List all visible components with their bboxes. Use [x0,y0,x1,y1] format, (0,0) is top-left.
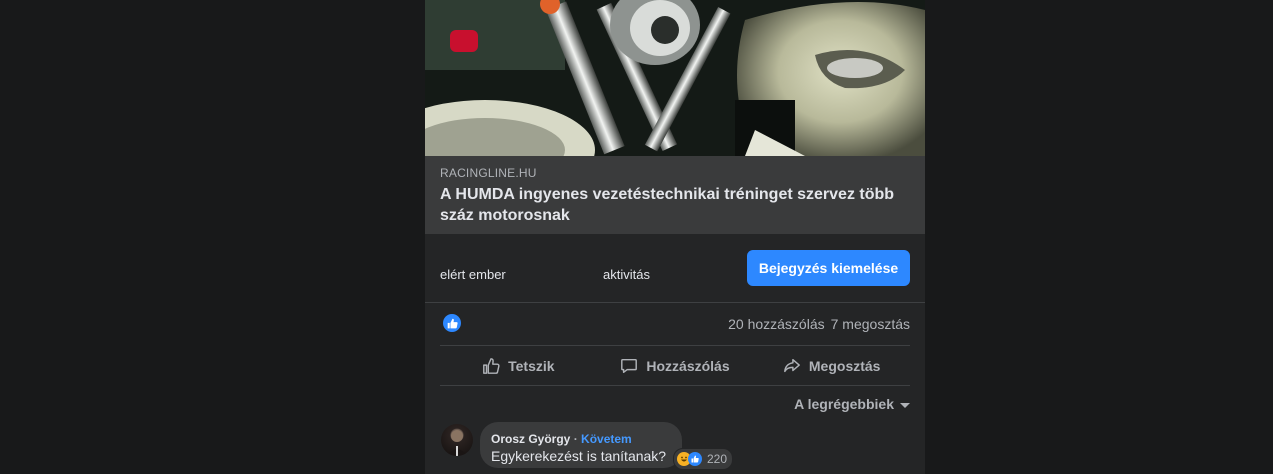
comments-count[interactable]: 20 hozzászólás [728,316,825,332]
share-button[interactable]: Megosztás [753,346,910,385]
comment-icon [621,358,638,373]
comment-author-name[interactable]: Orosz György [491,432,570,446]
share-label: Megosztás [808,357,881,374]
comment-text: Egykerekezést is tanítanak? [491,448,667,464]
comment-label: Hozzászólás [646,357,730,374]
reactions-summary: 20 hozzászólás 7 megosztás [440,303,910,346]
comment-sort-dropdown[interactable]: A legrégebbiek [794,396,910,412]
like-button[interactable]: Tetszik [440,346,597,385]
like-icon[interactable] [443,314,461,332]
post-card: RACINGLINE.HU A HUMDA ingyenes vezetéste… [425,0,925,474]
comment-header: Orosz György · Követem [491,432,632,446]
boost-post-button[interactable]: Bejegyzés kiemelése [747,250,910,286]
sort-label: A legrégebbiek [794,396,894,412]
comment-separator: · [573,432,578,446]
comment-button[interactable]: Hozzászólás [597,346,754,385]
post-actions: Tetszik Hozzászólás Megosztás [440,346,910,386]
reaction-count: 220 [707,452,728,466]
follow-link[interactable]: Követem [581,432,632,446]
motorcycle-photo [425,0,925,156]
link-domain: RACINGLINE.HU [440,166,537,180]
comment-bubble: Orosz György · Követem Egykerekezést is … [480,422,682,468]
caret-down-icon [900,402,910,408]
engagement-counts: 20 hozzászólás 7 megosztás [728,316,910,332]
like-icon [688,452,702,466]
like-label: Tetszik [508,357,555,374]
link-preview-image[interactable] [425,0,925,156]
avatar[interactable] [441,424,473,456]
link-preview[interactable]: RACINGLINE.HU A HUMDA ingyenes vezetéste… [425,156,925,234]
share-icon [783,358,800,372]
comment-reactions[interactable]: 220 [673,448,734,470]
link-title[interactable]: A HUMDA ingyenes vezetéstechnikai trénin… [440,184,910,226]
reached-label: elért ember [440,267,506,282]
thumbs-up-icon [483,357,500,374]
comment: Orosz György · Követem Egykerekezést is … [440,422,910,474]
activity-label: aktivitás [603,267,650,282]
post-insights: elért ember aktivitás Bejegyzés kiemelés… [425,234,925,303]
shares-count[interactable]: 7 megosztás [831,316,910,332]
